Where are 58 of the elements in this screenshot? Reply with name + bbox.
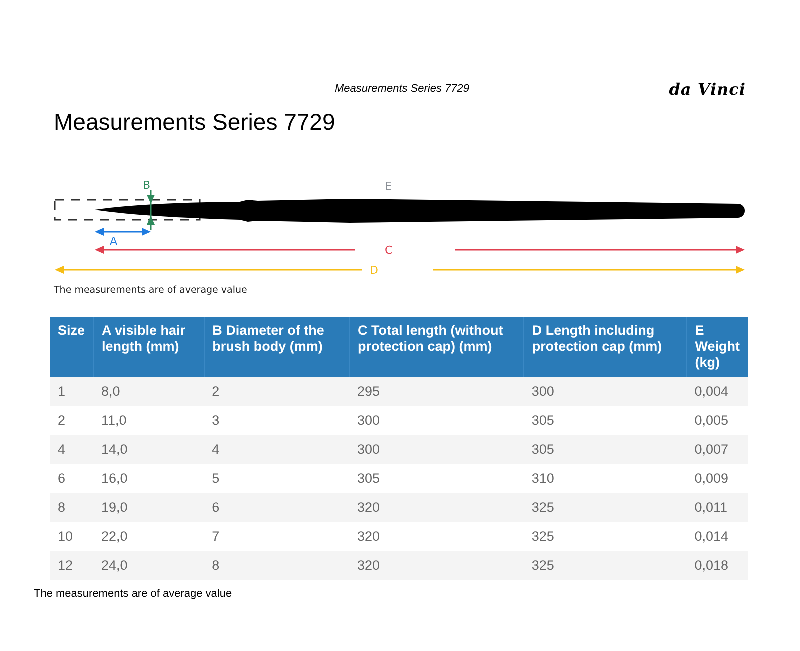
table-cell: 300 [524,377,687,406]
footnote: The measurements are of average value [34,588,234,600]
table-cell: 5 [204,464,350,493]
table-cell: 8 [50,493,94,522]
column-header: D Length including protection cap (mm) [524,317,687,377]
table-cell: 295 [350,377,524,406]
table-cell: 3 [204,406,350,435]
table-cell: 300 [350,435,524,464]
table-cell: 11,0 [94,406,204,435]
column-header: E Weight (kg) [686,317,748,377]
table-cell: 14,0 [94,435,204,464]
table-cell: 0,005 [686,406,748,435]
table-cell: 0,018 [686,551,748,580]
table-cell: 8,0 [94,377,204,406]
dimension-label: C [385,244,393,257]
header-title: Measurements Series 7729 [335,83,470,95]
table-cell: 325 [524,522,687,551]
column-header: B Diameter of the brush body (mm) [204,317,350,377]
table-cell: 0,014 [686,522,748,551]
table-cell: 1 [50,377,94,406]
dimension-label: E [385,180,392,193]
column-header: C Total length (without protection cap) (mm) [350,317,524,377]
table-cell: 305 [524,435,687,464]
table-cell: 16,0 [94,464,204,493]
column-header: A visible hair length (mm) [94,317,204,377]
table-cell: 19,0 [94,493,204,522]
table-cell: 325 [524,493,687,522]
dimension-label: D [370,264,378,277]
diagram-caption: The measurements are of average value [54,285,248,297]
table-cell: 320 [350,493,524,522]
table-cell: 0,004 [686,377,748,406]
table-cell: 320 [350,522,524,551]
table-cell: 300 [350,406,524,435]
column-header: Size [50,317,94,377]
table-cell: 24,0 [94,551,204,580]
table-cell: 0,009 [686,464,748,493]
table-cell: 4 [204,435,350,464]
table-cell: 7 [204,522,350,551]
table-cell: 6 [50,464,94,493]
page-title: Measurements Series 7729 [54,108,336,136]
table-cell: 2 [50,406,94,435]
table-cell: 325 [524,551,687,580]
logo: da Vinci [669,80,746,98]
dimension-label: A [110,235,118,248]
table-cell: 0,011 [686,493,748,522]
table-cell: 2 [204,377,350,406]
table-cell: 10 [50,522,94,551]
table-cell: 305 [524,406,687,435]
table-cell: 8 [204,551,350,580]
dimension-label: B [143,179,151,192]
table-cell: 310 [524,464,687,493]
table-cell: 6 [204,493,350,522]
table-cell: 22,0 [94,522,204,551]
table-cell: 0,007 [686,435,748,464]
table-cell: 12 [50,551,94,580]
table-cell: 305 [350,464,524,493]
table-cell: 4 [50,435,94,464]
table-cell: 320 [350,551,524,580]
